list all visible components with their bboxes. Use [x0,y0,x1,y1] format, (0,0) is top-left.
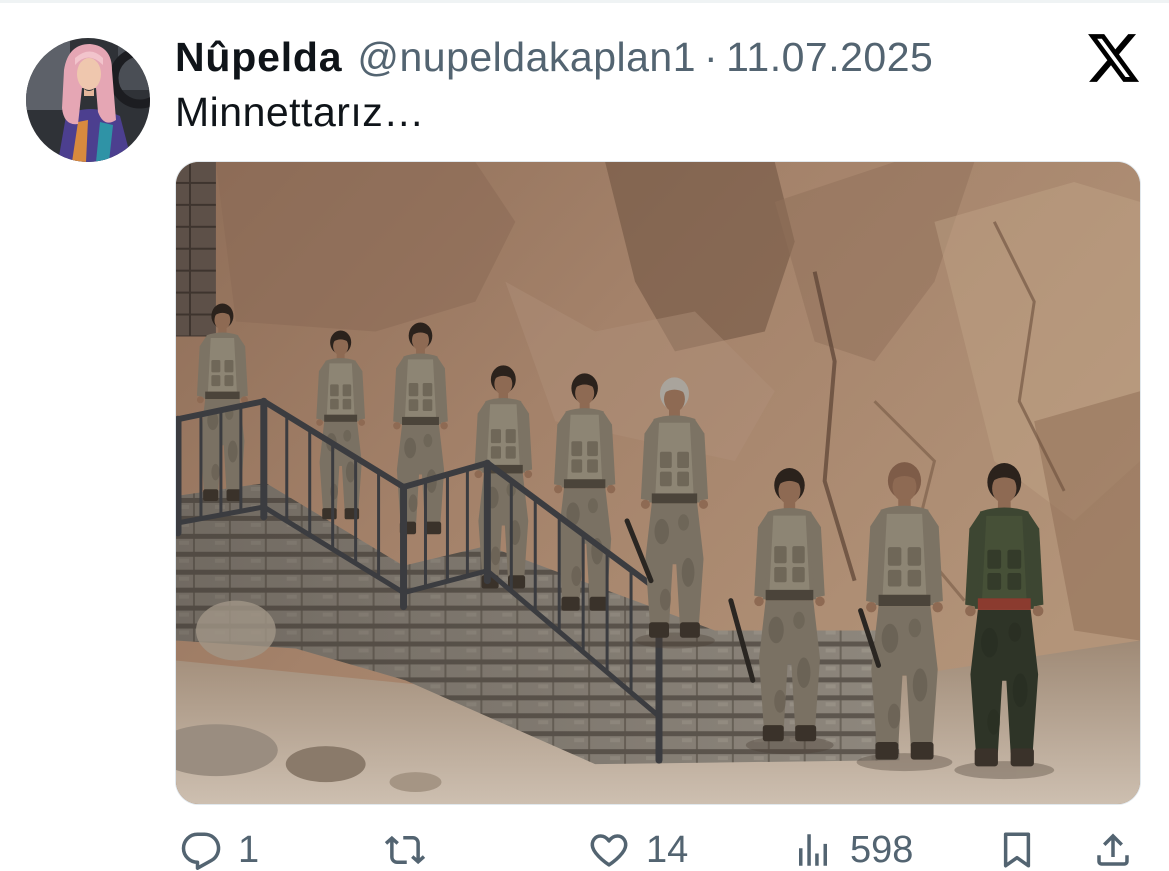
tweet-text: Minnettarız… [175,89,425,135]
repost-icon [384,829,426,871]
reply-button[interactable]: 1 [180,829,259,871]
views-icon [792,829,834,871]
repost-button[interactable] [384,829,426,871]
views-button[interactable]: 598 [792,829,913,871]
bookmark-button[interactable] [996,829,1038,871]
tweet-header: Nûpelda @nupeldakaplan1 · 11.07.2025 [175,33,933,81]
photo-illustration [176,162,1140,804]
bookmark-icon [996,829,1038,871]
stone-wall [176,162,216,337]
reply-count: 1 [238,829,260,871]
like-count: 14 [646,829,689,871]
display-name[interactable]: Nûpelda [175,33,342,81]
share-icon [1092,829,1134,871]
heart-icon [588,829,630,871]
separator-dot: · [704,34,719,80]
avatar[interactable] [26,38,150,162]
tweet-photo[interactable] [175,161,1141,805]
like-button[interactable]: 14 [588,829,688,871]
views-count: 598 [850,829,914,871]
x-logo-icon [1087,33,1139,83]
avatar-photo [26,38,150,162]
user-handle[interactable]: @nupeldakaplan1 [357,33,696,81]
post-date[interactable]: 11.07.2025 [726,33,933,81]
share-button[interactable] [1092,829,1134,871]
top-divider [0,0,1169,3]
reply-icon [180,829,222,871]
